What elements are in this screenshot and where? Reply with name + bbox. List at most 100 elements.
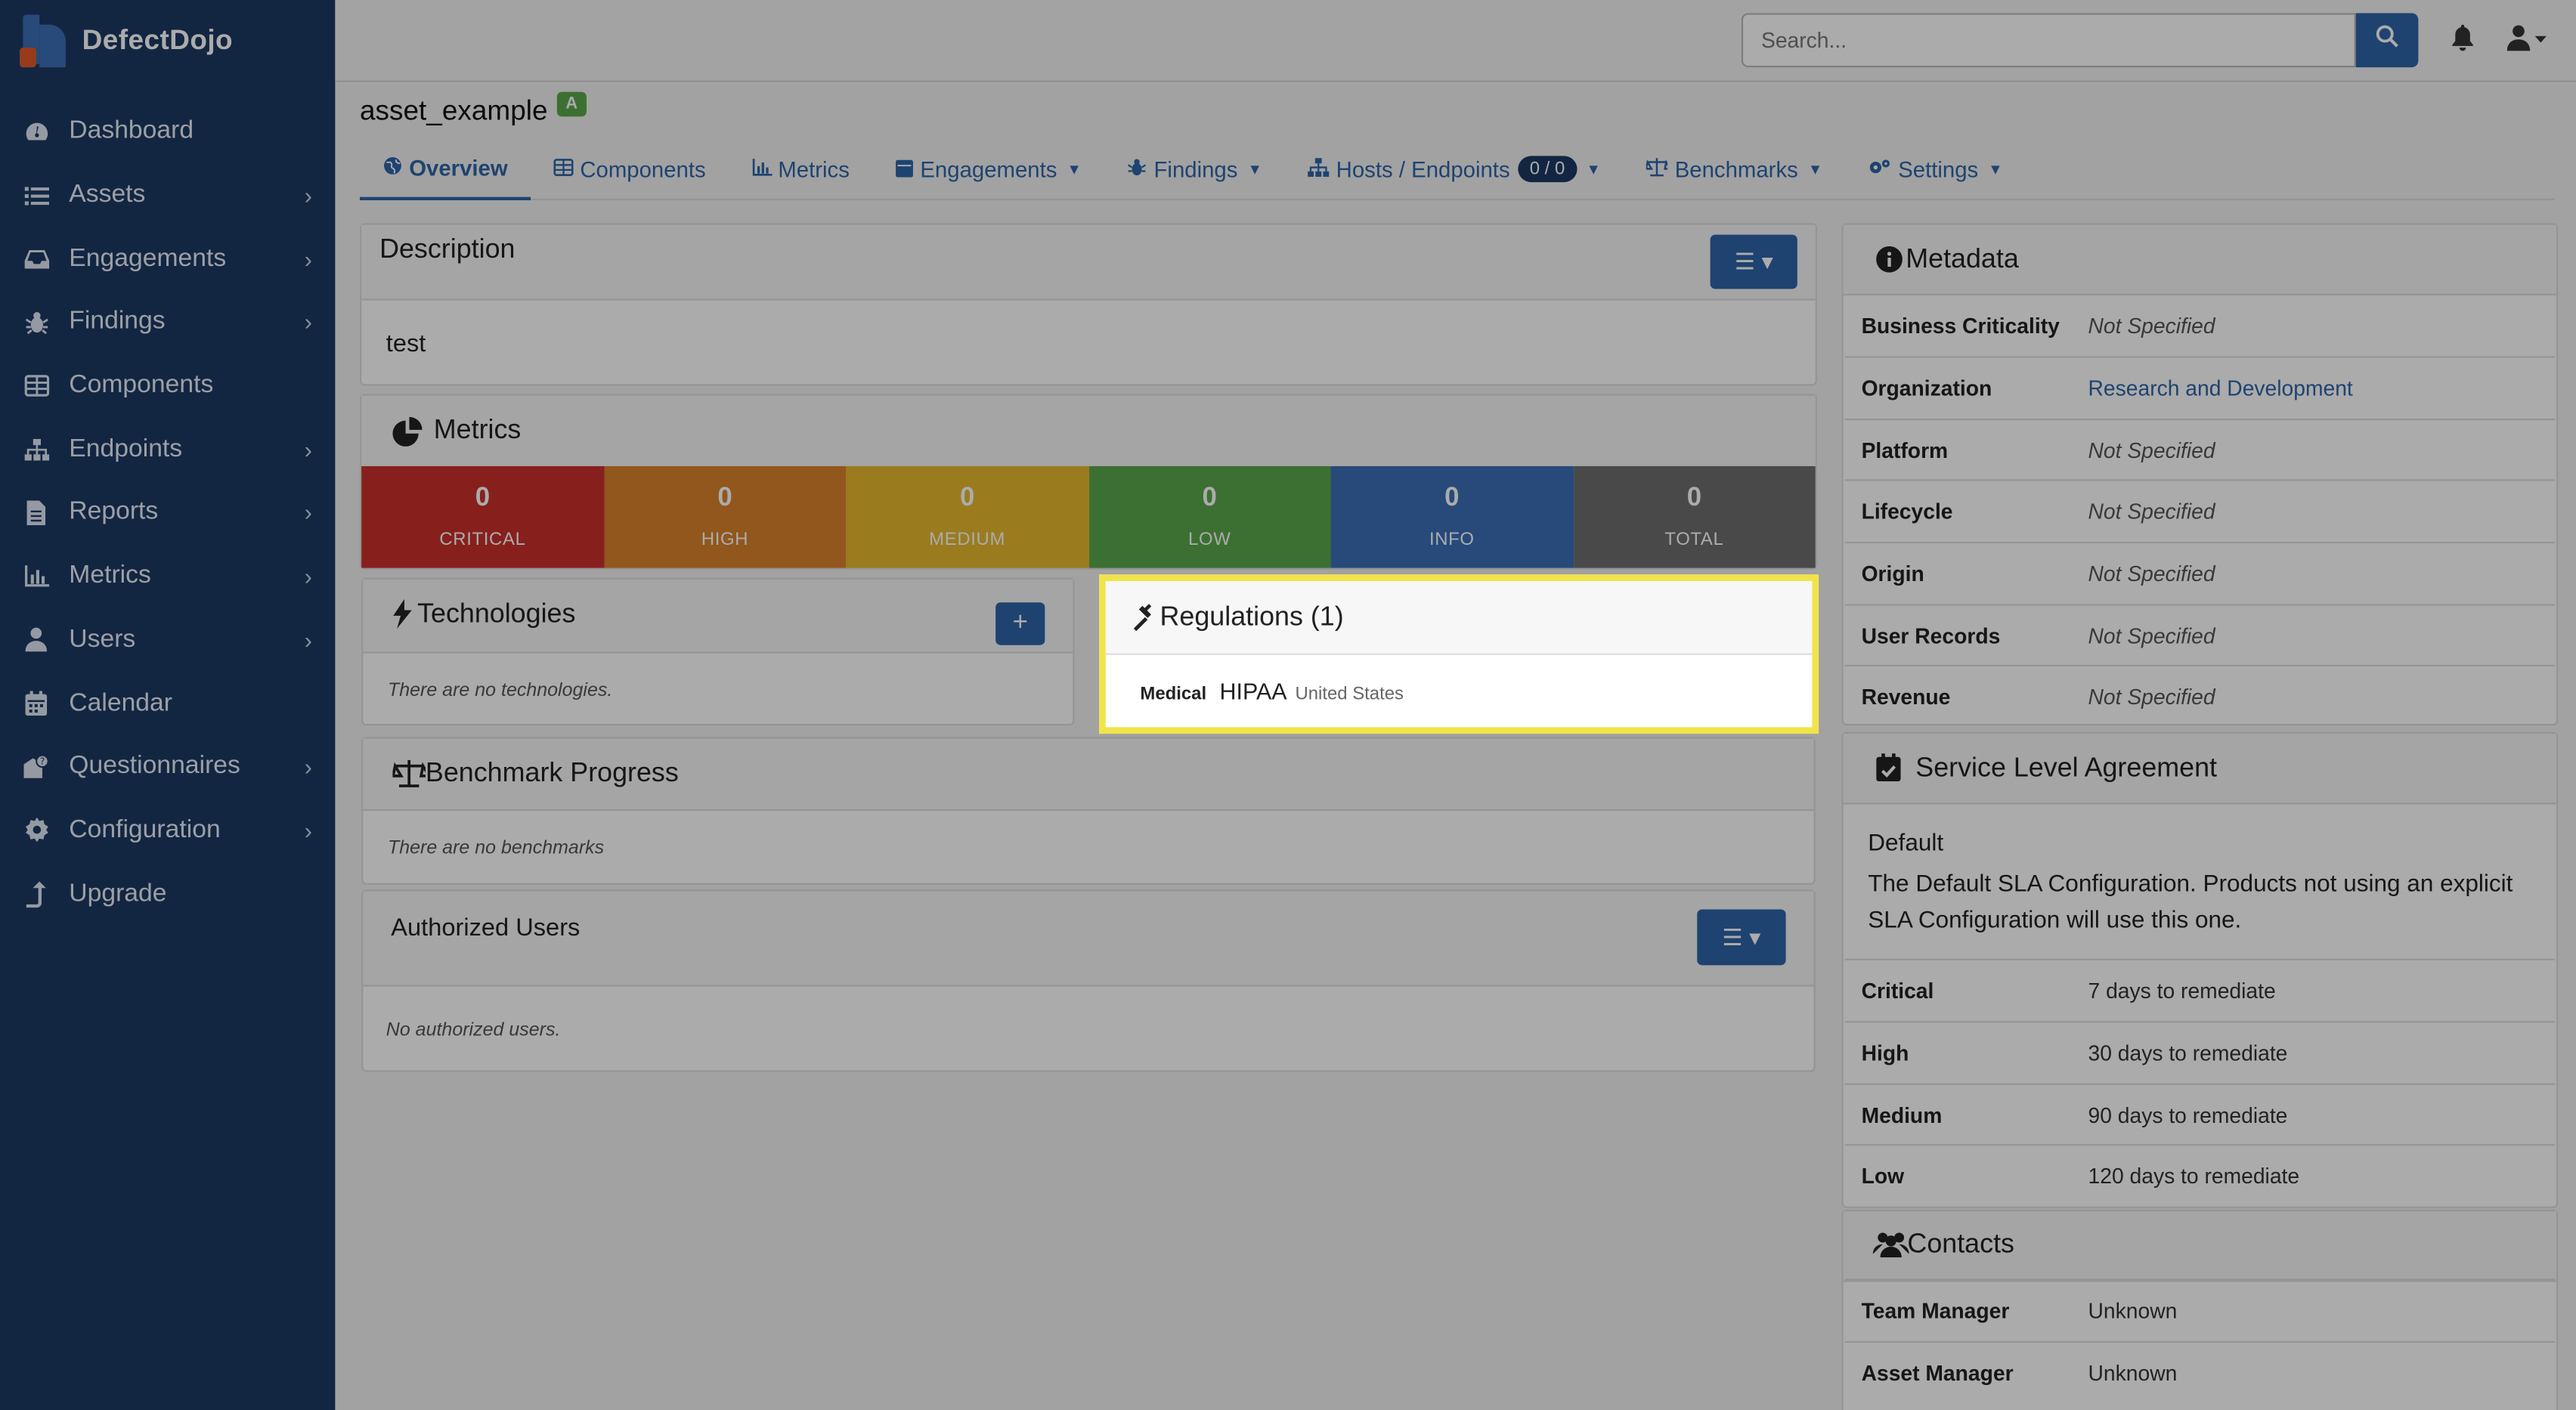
gavel-icon [1132, 604, 1160, 640]
bar-chart-icon [751, 156, 772, 181]
sidebar-item-calendar[interactable]: Calendar [0, 672, 335, 735]
sidebar-item-metrics[interactable]: Metrics › [0, 545, 335, 608]
user-menu-icon[interactable] [2506, 25, 2550, 54]
description-title: Description [379, 234, 516, 264]
add-technology-button[interactable]: + [995, 602, 1045, 645]
sla-row: High 30 days to remediate [1844, 1021, 2555, 1084]
technologies-empty: There are no technologies. [387, 681, 613, 701]
svg-text:?: ? [40, 756, 45, 766]
sla-title: Service Level Agreement [1915, 753, 2218, 784]
authorized-users-menu-button[interactable]: ☰ ▾ [1697, 909, 1786, 966]
tab-metrics[interactable]: Metrics [729, 138, 872, 200]
metric-low[interactable]: 0 LOW [1088, 465, 1331, 568]
search-button[interactable] [2355, 13, 2419, 68]
metric-critical[interactable]: 0 CRITICAL [361, 465, 604, 568]
bug-icon [1128, 156, 1147, 181]
sitemap-icon [1308, 156, 1330, 181]
bolt-icon [392, 598, 412, 637]
metadata-row: Revenue Not Specified [1844, 664, 2555, 728]
technologies-title: Technologies [417, 598, 576, 629]
metric-info[interactable]: 0 INFO [1330, 465, 1574, 568]
sidebar-item-upgrade[interactable]: Upgrade [0, 862, 335, 926]
dashboard-icon [23, 119, 49, 145]
description-menu-button[interactable]: ☰ ▾ [1710, 234, 1797, 289]
inbox-icon [23, 246, 49, 272]
tab-findings[interactable]: Findings ▼ [1104, 138, 1285, 200]
sla-description: The Default SLA Configuration. Products … [1868, 871, 2513, 935]
metric-total[interactable]: 0 TOTAL [1573, 465, 1816, 568]
sidebar-item-users[interactable]: Users › [0, 608, 335, 672]
user-icon [23, 626, 49, 653]
page-title: asset_example A [360, 91, 587, 128]
metadata-row: Lifecycle Not Specified [1844, 479, 2555, 542]
sidebar-item-reports[interactable]: Reports › [0, 481, 335, 545]
sidebar-item-label: Upgrade [69, 879, 167, 908]
benchmark-panel: Benchmark Progress There are no benchmar… [361, 737, 1816, 885]
caret-down-icon: ▼ [1247, 160, 1262, 178]
tab-engagements[interactable]: Engagements ▼ [872, 138, 1104, 200]
caret-down-icon: ▼ [1988, 160, 2003, 178]
sidebar-item-assets[interactable]: Assets › [0, 164, 335, 227]
metric-medium[interactable]: 0 MEDIUM [846, 465, 1088, 568]
regulation-name[interactable]: HIPAA [1220, 678, 1287, 704]
endpoint-count-badge: 0 / 0 [1518, 156, 1577, 183]
chevron-right-icon: › [304, 499, 312, 527]
questionnaire-icon: ? [23, 754, 49, 781]
chevron-right-icon: › [304, 626, 312, 654]
sidebar-item-questionnaires[interactable]: ? Questionnaires › [0, 735, 335, 799]
menu-icon: ☰ ▾ [1734, 248, 1773, 274]
table-icon [23, 373, 49, 399]
asset-grade-badge: A [557, 91, 587, 116]
sidebar-nav: Dashboard Assets › Engagements › Finding… [0, 100, 335, 926]
sidebar-item-dashboard[interactable]: Dashboard [0, 100, 335, 164]
sidebar-item-engagements[interactable]: Engagements › [0, 227, 335, 291]
tab-hosts-endpoints[interactable]: Hosts / Endpoints 0 / 0 ▼ [1285, 138, 1624, 200]
menu-icon: ☰ ▾ [1722, 923, 1761, 950]
caret-down-icon: ▼ [1586, 160, 1601, 178]
tab-benchmarks[interactable]: Benchmarks ▼ [1624, 138, 1845, 200]
tab-settings[interactable]: Settings ▼ [1846, 138, 2026, 200]
sidebar-item-components[interactable]: Components [0, 354, 335, 418]
metadata-row: Origin Not Specified [1844, 541, 2555, 605]
sidebar: DefectDojo Dashboard Assets › Engagement… [0, 0, 336, 1410]
tab-components[interactable]: Components [531, 138, 729, 200]
sidebar-item-label: Metrics [69, 561, 151, 590]
sidebar-item-label: Dashboard [69, 116, 194, 145]
calendar-icon [896, 156, 914, 181]
benchmark-title: Benchmark Progress [425, 758, 679, 788]
pie-chart-icon [392, 416, 423, 455]
bell-icon[interactable] [2451, 24, 2478, 54]
sidebar-item-label: Calendar [69, 688, 173, 717]
regulations-panel: Regulations (1) Medical HIPAA United Sta… [1099, 574, 1819, 734]
severity-metrics: 0 CRITICAL 0 HIGH 0 MEDIUM 0 LOW 0 INFO 0 TOTA… [361, 465, 1816, 568]
tab-overview[interactable]: Overview [359, 138, 531, 201]
sidebar-item-configuration[interactable]: Configuration › [0, 799, 335, 862]
gear-icon [23, 818, 49, 844]
sidebar-item-label: Users [69, 625, 136, 654]
chevron-right-icon: › [304, 309, 312, 336]
sidebar-item-label: Assets [69, 181, 146, 209]
chevron-right-icon: › [304, 753, 312, 781]
chevron-right-icon: › [304, 563, 312, 590]
chevron-right-icon: › [304, 182, 312, 209]
sidebar-item-label: Questionnaires [69, 752, 240, 781]
contact-row: Asset Manager Unknown [1844, 1340, 2555, 1404]
authorized-users-empty: No authorized users. [385, 1021, 561, 1041]
chevron-right-icon: › [304, 436, 312, 463]
metric-high[interactable]: 0 HIGH [603, 465, 847, 568]
regulation-category: Medical [1140, 684, 1207, 704]
caret-down-icon: ▼ [1067, 160, 1082, 178]
globe-icon [382, 155, 402, 180]
search-icon [2376, 25, 2398, 56]
authorized-users-title: Authorized Users [391, 914, 581, 942]
benchmark-empty: There are no benchmarks [387, 839, 605, 859]
list-icon [23, 182, 49, 209]
brand[interactable]: DefectDojo [20, 13, 233, 69]
info-icon [1876, 246, 1903, 281]
sidebar-item-endpoints[interactable]: Endpoints › [0, 418, 335, 481]
sidebar-item-findings[interactable]: Findings › [0, 291, 335, 354]
calendar-check-icon [1876, 753, 1901, 790]
search-input[interactable]: Search... [1741, 13, 2356, 68]
asset-tabs: Overview Components Metrics Engagements … [359, 138, 2555, 201]
organization-link[interactable]: Research and Development [2088, 376, 2353, 400]
